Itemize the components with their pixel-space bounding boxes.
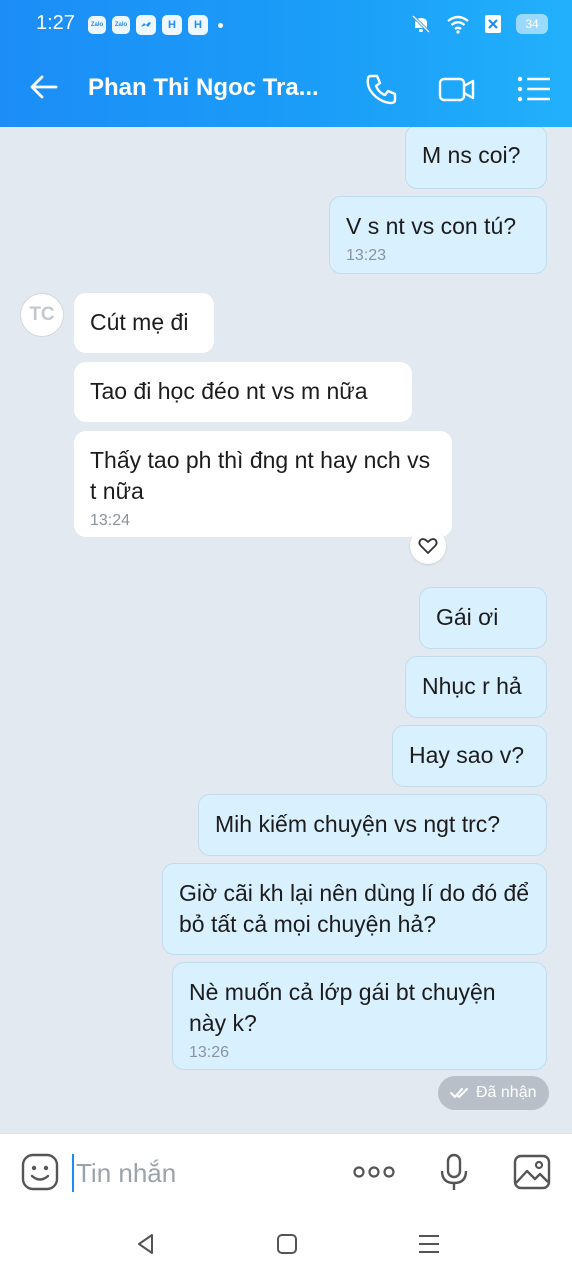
- delivered-status-badge: Đã nhận: [438, 1076, 549, 1110]
- double-check-icon: [450, 1088, 468, 1098]
- zalo-icon: Zalo: [88, 16, 106, 34]
- sent-message[interactable]: Hay sao v?: [392, 725, 547, 787]
- sent-message[interactable]: Giờ cãi kh lại nên dùng lí do đó để bỏ t…: [162, 863, 547, 955]
- sent-message[interactable]: Mih kiếm chuyện vs ngt trc?: [198, 794, 547, 856]
- zalo-icon: Zalo: [112, 16, 130, 34]
- chat-header: Phan Thi Ngoc Tra...: [0, 55, 572, 125]
- message-time: 13:24: [90, 512, 131, 529]
- nav-home-icon[interactable]: [274, 1231, 300, 1257]
- status-bar: 1:27 Zalo Zalo H H 34: [0, 0, 572, 50]
- bell-off-icon: [411, 14, 431, 34]
- sent-message[interactable]: Nè muốn cả lớp gái bt chuyện này k? 13:2…: [172, 962, 547, 1070]
- video-call-icon[interactable]: [437, 69, 477, 109]
- message-time: 13:23: [346, 247, 387, 264]
- status-time: 1:27: [36, 12, 75, 34]
- more-options-icon[interactable]: [352, 1152, 396, 1192]
- received-message[interactable]: Thấy tao ph thì đng nt hay nch vs t nữa …: [74, 431, 452, 537]
- message-text: V s nt vs con tú?: [346, 213, 517, 239]
- sent-message[interactable]: V s nt vs con tú? 13:23: [329, 196, 547, 274]
- message-input-bar: Tin nhắn: [0, 1133, 572, 1213]
- text-cursor: [72, 1154, 74, 1192]
- message-list[interactable]: M ns coi? V s nt vs con tú? 13:23 TC Cút…: [0, 127, 572, 1133]
- microphone-icon[interactable]: [434, 1152, 474, 1192]
- message-text: Giờ cãi kh lại nên dùng lí do đó để bỏ t…: [179, 880, 530, 937]
- received-message[interactable]: Tao đi học đéo nt vs m nữa: [74, 362, 412, 422]
- status-right: 34: [410, 13, 548, 35]
- message-text: Thấy tao ph thì đng nt hay nch vs t nữa: [90, 447, 431, 504]
- react-heart-button[interactable]: [410, 528, 446, 564]
- notification-icons: Zalo Zalo H H: [88, 15, 223, 35]
- phone-call-icon[interactable]: [362, 69, 402, 109]
- message-text: Nhục r hả: [422, 673, 522, 699]
- message-text: Gái ơi: [436, 604, 499, 630]
- message-text: Hay sao v?: [409, 742, 525, 768]
- sent-message[interactable]: Gái ơi: [419, 587, 547, 649]
- wifi-icon: [447, 15, 469, 34]
- message-time: 13:26: [189, 1044, 230, 1061]
- h-app-icon: H: [188, 15, 208, 35]
- contact-avatar[interactable]: TC: [20, 293, 64, 337]
- nav-back-icon[interactable]: [133, 1231, 159, 1257]
- message-text: Tao đi học đéo nt vs m nữa: [90, 378, 368, 404]
- battery-icon: 34: [516, 14, 548, 34]
- sim-off-icon: [485, 15, 501, 33]
- contact-name[interactable]: Phan Thi Ngoc Tra...: [88, 74, 319, 102]
- message-text: Mih kiếm chuyện vs ngt trc?: [215, 811, 501, 837]
- message-text: Nè muốn cả lớp gái bt chuyện này k?: [189, 979, 496, 1036]
- received-message[interactable]: Cút mẹ đi: [74, 293, 214, 353]
- delivered-status-text: Đã nhận: [476, 1084, 537, 1101]
- message-text: M ns coi?: [422, 142, 521, 168]
- emoji-sticker-icon[interactable]: [20, 1152, 60, 1192]
- more-notifications-dot: [218, 22, 223, 28]
- h-app-icon: H: [162, 15, 182, 35]
- nav-recents-icon[interactable]: [416, 1231, 442, 1257]
- sent-message[interactable]: M ns coi?: [405, 127, 547, 189]
- back-arrow-icon[interactable]: [26, 69, 62, 105]
- sent-message[interactable]: Nhục r hả: [405, 656, 547, 718]
- heart-icon: [418, 538, 438, 554]
- top-bar: 1:27 Zalo Zalo H H 34 Phan Thi Ngoc Tra.…: [0, 0, 572, 127]
- messenger-icon: [136, 15, 156, 35]
- system-navigation-bar: [0, 1213, 572, 1280]
- menu-list-icon[interactable]: [514, 69, 554, 109]
- message-input[interactable]: Tin nhắn: [76, 1158, 176, 1189]
- message-text: Cút mẹ đi: [90, 309, 189, 335]
- image-gallery-icon[interactable]: [512, 1152, 552, 1192]
